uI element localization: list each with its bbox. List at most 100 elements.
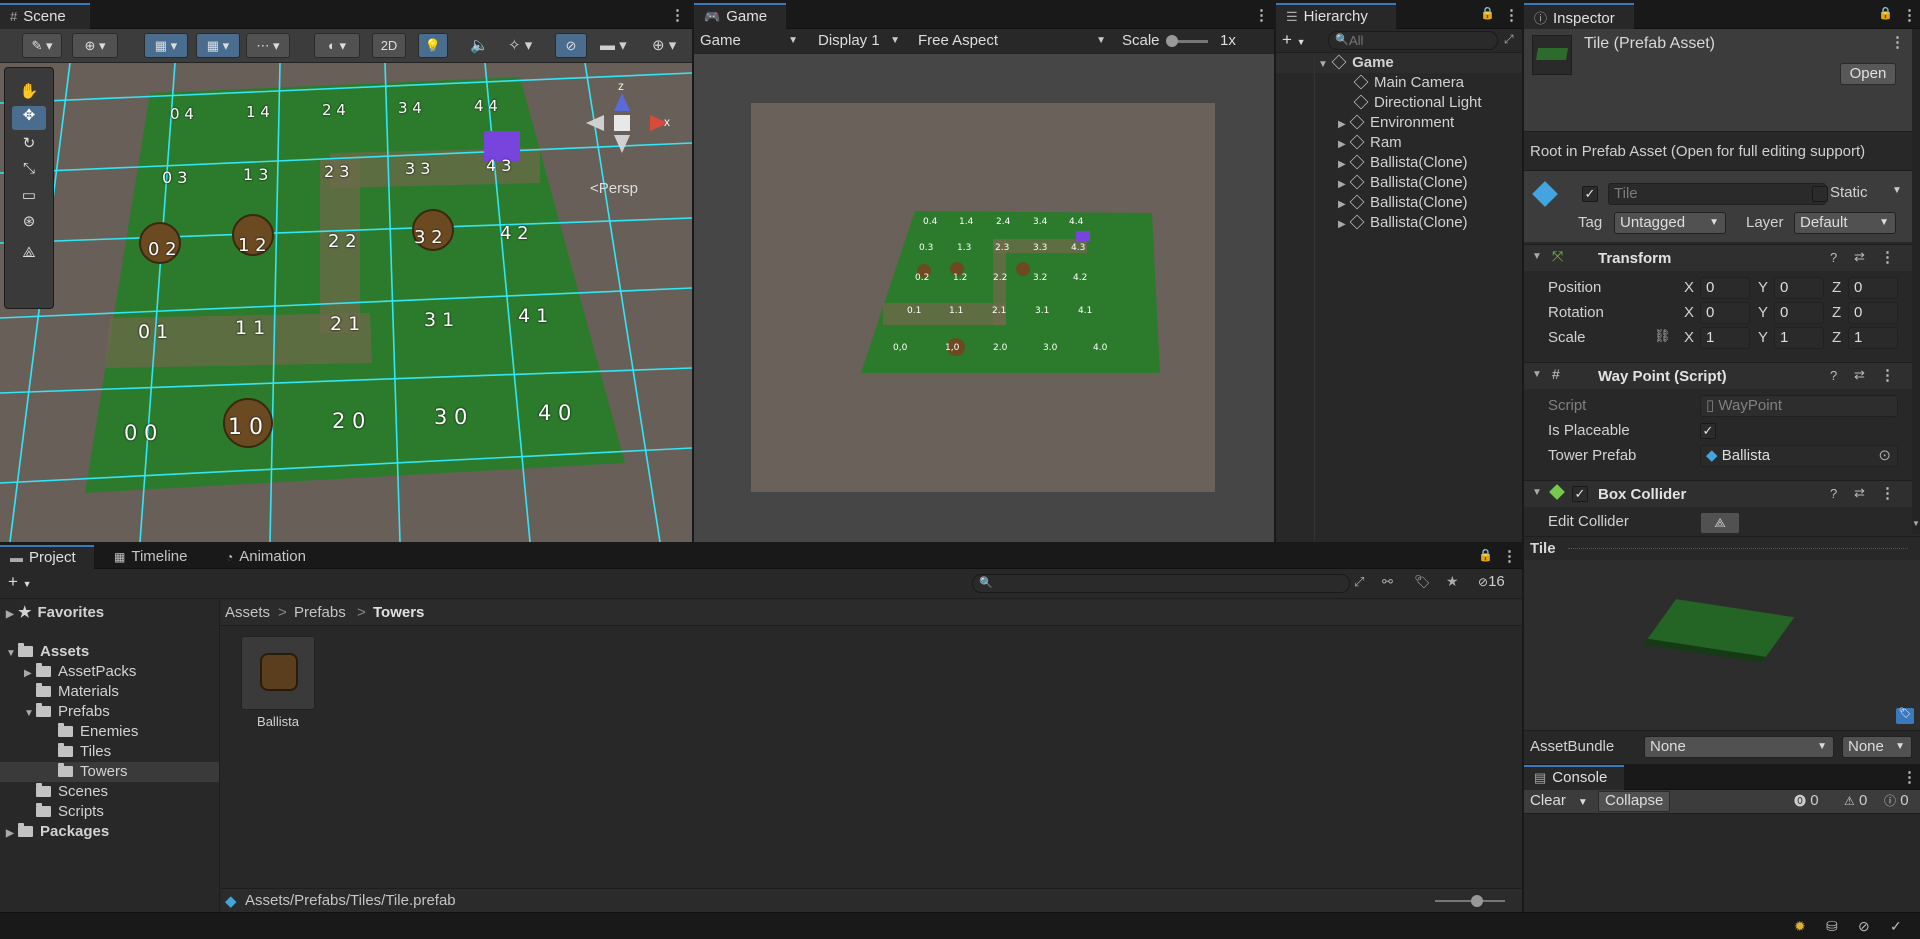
constrain-proportions-icon[interactable]: ⛓: [1654, 328, 1671, 344]
layer-dropdown[interactable]: Default ▼: [1794, 212, 1896, 234]
help-icon[interactable]: ?: [1830, 250, 1837, 265]
preview-drag-handle[interactable]: [1568, 548, 1908, 550]
edit-collider-button[interactable]: ⟁: [1700, 512, 1740, 534]
tab-game[interactable]: 🎮 Game: [694, 3, 786, 29]
component-menu-icon[interactable]: ⋮: [1880, 484, 1895, 502]
shading-mode-dropdown[interactable]: ◐ ▾: [314, 33, 360, 58]
tab-project[interactable]: ▬ Project: [0, 545, 94, 569]
rotation-z-field[interactable]: 0: [1848, 302, 1898, 324]
static-checkbox[interactable]: [1812, 186, 1828, 202]
hierarchy-item[interactable]: ▶ Environment: [1276, 113, 1522, 133]
console-menu-icon[interactable]: ⋮: [1902, 768, 1917, 786]
add-object-button[interactable]: + ▼: [1282, 30, 1306, 50]
hierarchy-search-field[interactable]: 🔍 All: [1328, 31, 1498, 50]
hierarchy-item[interactable]: ▶ Ballista(Clone): [1276, 213, 1522, 233]
custom-tool-icon[interactable]: ⟁: [12, 244, 46, 266]
grid-snap-dropdown[interactable]: ▦ ▾: [144, 33, 188, 58]
object-name-field[interactable]: Tile: [1608, 183, 1826, 205]
aspect-dropdown[interactable]: Free Aspect ▼: [912, 29, 1112, 53]
expand-arrow-icon[interactable]: ▶: [1338, 155, 1350, 175]
box-collider-header[interactable]: ▼ ✓ Box Collider ? ⇄ ⋮: [1524, 480, 1912, 507]
search-by-type-icon[interactable]: ⤢: [1354, 574, 1364, 590]
expand-arrow-icon[interactable]: ▶: [1338, 175, 1350, 195]
chevron-down-icon[interactable]: ▼: [1578, 797, 1588, 808]
collapse-button[interactable]: Collapse: [1598, 791, 1671, 812]
transform-tool-icon[interactable]: ⊛: [12, 212, 46, 234]
hidden-packages-toggle[interactable]: ⊘16: [1478, 573, 1505, 590]
scene-menu-icon[interactable]: ⋮: [670, 6, 685, 24]
active-checkbox[interactable]: ✓: [1582, 186, 1598, 202]
clear-button[interactable]: Clear ▼: [1530, 792, 1588, 809]
tree-enemies[interactable]: Enemies: [58, 722, 138, 742]
tree-favorites[interactable]: ▶ ★ Favorites: [6, 603, 104, 623]
scale-x-field[interactable]: 1: [1700, 327, 1750, 349]
draw-mode-dropdown[interactable]: ✎ ▾: [22, 33, 62, 58]
error-count[interactable]: ⓿ 0: [1794, 792, 1819, 809]
progress-check-icon[interactable]: ✓: [1890, 918, 1902, 935]
is-placeable-checkbox[interactable]: ✓: [1700, 423, 1716, 439]
transform-header[interactable]: ▼ ⤧ Transform ? ⇄ ⋮: [1524, 244, 1912, 271]
expand-arrow-icon[interactable]: ▼: [24, 704, 36, 724]
rotate-tool-icon[interactable]: ↻: [12, 134, 46, 156]
scale-tool-icon[interactable]: ⤡: [12, 160, 46, 182]
tree-tiles[interactable]: Tiles: [58, 742, 111, 762]
preview-area[interactable]: 🏷: [1524, 560, 1920, 730]
rotation-x-field[interactable]: 0: [1700, 302, 1750, 324]
breadcrumb-assets[interactable]: Assets: [225, 604, 270, 621]
hidden-objects-icon[interactable]: ⊘: [555, 33, 587, 58]
breadcrumb-prefabs[interactable]: Prefabs: [294, 604, 346, 621]
rect-tool-icon[interactable]: ▭: [12, 186, 46, 208]
help-icon[interactable]: ?: [1830, 368, 1837, 383]
hierarchy-item[interactable]: ▶ Ballista(Clone): [1276, 153, 1522, 173]
view-tool-icon[interactable]: ✋: [12, 82, 46, 104]
effects-dropdown-icon[interactable]: ✧ ▾: [508, 36, 532, 54]
static-dropdown-icon[interactable]: ▼: [1892, 185, 1902, 196]
hierarchy-menu-icon[interactable]: ⋮: [1504, 6, 1519, 24]
filter-type-icon[interactable]: ⚯: [1382, 574, 1393, 590]
presets-icon[interactable]: ⇄: [1854, 249, 1865, 265]
icon-size-slider[interactable]: [1435, 895, 1505, 907]
scale-slider[interactable]: [1166, 35, 1208, 47]
lock-icon[interactable]: 🔒: [1878, 6, 1893, 20]
hierarchy-item[interactable]: ▶ Ballista(Clone): [1276, 173, 1522, 193]
scale-z-field[interactable]: 1: [1848, 327, 1898, 349]
label-tag-icon[interactable]: 🏷: [1896, 708, 1914, 724]
object-picker-icon[interactable]: ⊙: [1878, 446, 1891, 466]
foldout-arrow-icon[interactable]: ▼: [1532, 369, 1542, 380]
audio-toggle-icon[interactable]: 🔈: [470, 36, 489, 54]
global-dropdown[interactable]: ⊕ ▾: [72, 33, 118, 58]
game-mode-dropdown[interactable]: Game ▼: [694, 29, 804, 53]
tree-prefabs[interactable]: ▼ Prefabs: [24, 702, 110, 722]
gameobject-cube-icon[interactable]: [1532, 181, 1558, 207]
tower-prefab-field[interactable]: ◆ Ballista ⊙: [1700, 445, 1898, 467]
hierarchy-item[interactable]: Directional Light: [1276, 93, 1522, 113]
tree-scenes[interactable]: Scenes: [36, 782, 108, 802]
tree-assets[interactable]: ▼ Assets: [6, 642, 89, 662]
help-icon[interactable]: ?: [1830, 486, 1837, 501]
network-icon[interactable]: ⊘: [1858, 918, 1870, 935]
scene-visibility-icon[interactable]: ⤢: [1504, 32, 1514, 47]
lighting-toggle-icon[interactable]: 💡: [418, 33, 448, 58]
tag-dropdown[interactable]: Untagged ▼: [1614, 212, 1726, 234]
asset-ballista[interactable]: Ballista: [239, 636, 321, 736]
tree-materials[interactable]: Materials: [36, 682, 119, 702]
component-menu-icon[interactable]: ⋮: [1880, 366, 1895, 384]
expand-arrow-icon[interactable]: ▼: [6, 644, 18, 664]
persp-label[interactable]: <Persp: [590, 180, 638, 197]
inspector-scrollbar[interactable]: ▼: [1912, 29, 1920, 534]
tree-towers[interactable]: Towers: [58, 762, 128, 782]
presets-icon[interactable]: ⇄: [1854, 367, 1865, 383]
expand-arrow-icon[interactable]: ▼: [1318, 59, 1328, 70]
cache-server-icon[interactable]: ⛁: [1826, 918, 1838, 935]
expand-arrow-icon[interactable]: ▶: [1338, 115, 1350, 135]
game-menu-icon[interactable]: ⋮: [1254, 6, 1269, 24]
hierarchy-root-game[interactable]: ▼ Game: [1276, 53, 1522, 73]
lock-icon[interactable]: 🔒: [1478, 548, 1493, 562]
move-tool-icon[interactable]: ✥: [12, 106, 46, 130]
hierarchy-item[interactable]: ▶ Ram: [1276, 133, 1522, 153]
open-button[interactable]: Open: [1840, 63, 1896, 85]
position-x-field[interactable]: 0: [1700, 277, 1750, 299]
position-y-field[interactable]: 0: [1774, 277, 1824, 299]
expand-arrow-icon[interactable]: ▶: [1338, 215, 1350, 235]
preview-header[interactable]: Tile: [1524, 536, 1920, 560]
